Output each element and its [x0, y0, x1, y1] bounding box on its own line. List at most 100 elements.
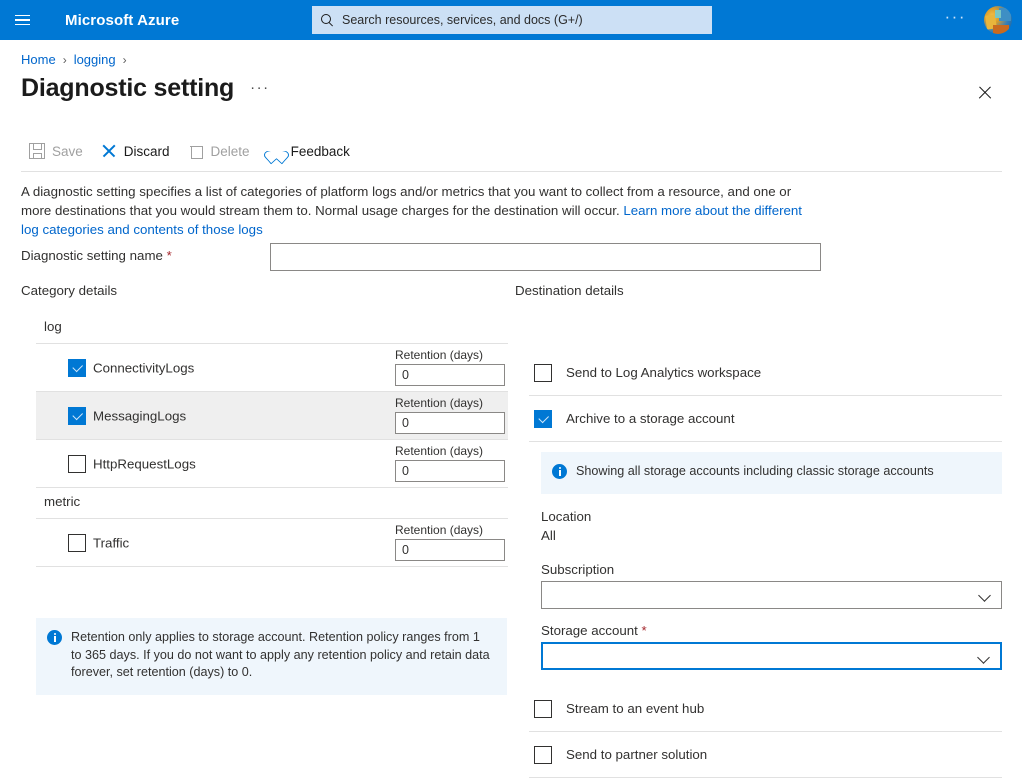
close-icon[interactable] — [974, 82, 996, 104]
trash-icon — [188, 143, 204, 159]
delete-button[interactable]: Delete — [180, 139, 260, 163]
checkbox-send-to-partner-solution[interactable] — [534, 746, 552, 764]
category-row-traffic[interactable]: Traffic Retention (days) — [36, 519, 508, 567]
category-label-httprequestlogs: HttpRequestLogs — [93, 456, 196, 471]
category-details-panel: log ConnectivityLogs Retention (days) Me… — [36, 313, 508, 567]
subscription-label: Subscription — [541, 562, 1002, 577]
destination-details-heading: Destination details — [515, 283, 624, 298]
discard-button[interactable]: Discard — [93, 139, 180, 163]
avatar[interactable] — [984, 6, 1012, 34]
avatar-art-c — [995, 10, 1001, 18]
checkbox-traffic[interactable] — [68, 534, 86, 552]
checkbox-httprequestlogs[interactable] — [68, 455, 86, 473]
checkbox-wrap — [68, 534, 86, 552]
save-button-label: Save — [52, 144, 83, 159]
retention-input-traffic[interactable] — [395, 539, 505, 561]
retention-label: Retention (days) — [395, 444, 507, 458]
diagnostic-setting-name-label: Diagnostic setting name * — [21, 248, 172, 263]
feedback-button-label: Feedback — [291, 144, 350, 159]
destination-lower-options: Stream to an event hub Send to partner s… — [529, 686, 1002, 778]
checkbox-messaginglogs[interactable] — [68, 407, 86, 425]
delete-button-label: Delete — [211, 144, 250, 159]
retention-label: Retention (days) — [395, 348, 507, 362]
page-title: Diagnostic setting — [21, 74, 234, 103]
destination-row-log-analytics[interactable]: Send to Log Analytics workspace — [529, 350, 1002, 396]
checkbox-wrap — [68, 407, 86, 425]
category-row-messaginglogs[interactable]: MessagingLogs Retention (days) — [36, 392, 508, 440]
diagnostic-setting-name-label-text: Diagnostic setting name — [21, 248, 163, 263]
azure-brand-label[interactable]: Microsoft Azure — [65, 12, 179, 29]
global-search-input[interactable]: Search resources, services, and docs (G+… — [312, 6, 712, 34]
page-more-menu-icon[interactable]: ··· — [250, 79, 270, 96]
hamburger-menu-icon[interactable] — [0, 0, 44, 40]
category-label-messaginglogs: MessagingLogs — [93, 408, 186, 423]
category-group-header-metric: metric — [36, 488, 508, 519]
command-bar-divider — [21, 171, 1002, 172]
storage-account-block: Storage account * — [541, 623, 1002, 670]
info-icon — [552, 464, 567, 479]
topnav-more-icon[interactable]: ··· — [945, 0, 966, 40]
breadcrumb-item-home[interactable]: Home — [21, 52, 56, 67]
category-row-httprequestlogs[interactable]: HttpRequestLogs Retention (days) — [36, 440, 508, 488]
top-navigation-bar: Microsoft Azure Search resources, servic… — [0, 0, 1022, 40]
checkbox-wrap — [68, 359, 86, 377]
category-row-connectivitylogs[interactable]: ConnectivityLogs Retention (days) — [36, 344, 508, 392]
page-title-row: Diagnostic setting ··· — [21, 74, 270, 103]
destination-label-log-analytics: Send to Log Analytics workspace — [566, 365, 761, 380]
storage-account-label: Storage account * — [541, 623, 1002, 638]
subscription-block: Subscription — [541, 562, 1002, 609]
retention-block: Retention (days) — [395, 523, 507, 561]
chevron-down-icon — [978, 589, 991, 602]
search-icon — [320, 13, 334, 27]
location-value: All — [541, 528, 591, 543]
checkbox-connectivitylogs[interactable] — [68, 359, 86, 377]
info-icon — [47, 630, 62, 645]
location-label: Location — [541, 509, 591, 524]
breadcrumb: Home › logging › — [21, 52, 127, 67]
retention-input-connectivitylogs[interactable] — [395, 364, 505, 386]
command-bar: Save Discard Delete Feedback — [21, 139, 360, 163]
save-icon — [29, 143, 45, 159]
destination-details-panel: Send to Log Analytics workspace Archive … — [529, 350, 1002, 442]
storage-account-select[interactable] — [541, 642, 1002, 670]
search-placeholder-text: Search resources, services, and docs (G+… — [342, 13, 583, 27]
checkbox-stream-to-event-hub[interactable] — [534, 700, 552, 718]
checkbox-send-to-log-analytics-workspace[interactable] — [534, 364, 552, 382]
retention-input-messaginglogs[interactable] — [395, 412, 505, 434]
destination-label-storage-account: Archive to a storage account — [566, 411, 735, 426]
storage-account-label-text: Storage account — [541, 623, 638, 638]
breadcrumb-separator-icon: › — [63, 53, 67, 67]
destination-row-storage-account[interactable]: Archive to a storage account — [529, 396, 1002, 442]
avatar-art-d — [993, 25, 1009, 34]
retention-block: Retention (days) — [395, 444, 507, 482]
checkbox-archive-to-storage-account[interactable] — [534, 410, 552, 428]
retention-input-httprequestlogs[interactable] — [395, 460, 505, 482]
retention-info-banner: Retention only applies to storage accoun… — [36, 618, 507, 695]
category-details-heading: Category details — [21, 283, 117, 298]
destination-row-event-hub[interactable]: Stream to an event hub — [529, 686, 1002, 732]
save-button[interactable]: Save — [21, 139, 93, 163]
destination-label-partner-solution: Send to partner solution — [566, 747, 707, 762]
diagnostic-setting-name-row: Diagnostic setting name * — [21, 243, 921, 271]
retention-block: Retention (days) — [395, 348, 507, 386]
destination-label-event-hub: Stream to an event hub — [566, 701, 704, 716]
breadcrumb-item-logging[interactable]: logging — [74, 52, 116, 67]
location-block: Location All — [541, 509, 591, 543]
subscription-select[interactable] — [541, 581, 1002, 609]
required-asterisk: * — [167, 248, 172, 263]
required-asterisk: * — [642, 623, 647, 638]
storage-accounts-info-text: Showing all storage accounts including c… — [576, 463, 934, 481]
breadcrumb-separator-icon: › — [123, 53, 127, 67]
close-x-icon — [101, 143, 117, 159]
description-text: A diagnostic setting specifies a list of… — [21, 182, 821, 239]
category-label-connectivitylogs: ConnectivityLogs — [93, 360, 194, 375]
destination-row-partner-solution[interactable]: Send to partner solution — [529, 732, 1002, 778]
feedback-button[interactable]: Feedback — [260, 139, 360, 163]
storage-accounts-info-banner: Showing all storage accounts including c… — [541, 452, 1002, 494]
category-label-traffic: Traffic — [93, 535, 129, 550]
category-group-header-log: log — [36, 313, 508, 344]
retention-block: Retention (days) — [395, 396, 507, 434]
retention-info-text: Retention only applies to storage accoun… — [71, 629, 493, 682]
chevron-down-icon — [977, 651, 990, 664]
diagnostic-setting-name-input[interactable] — [270, 243, 821, 271]
